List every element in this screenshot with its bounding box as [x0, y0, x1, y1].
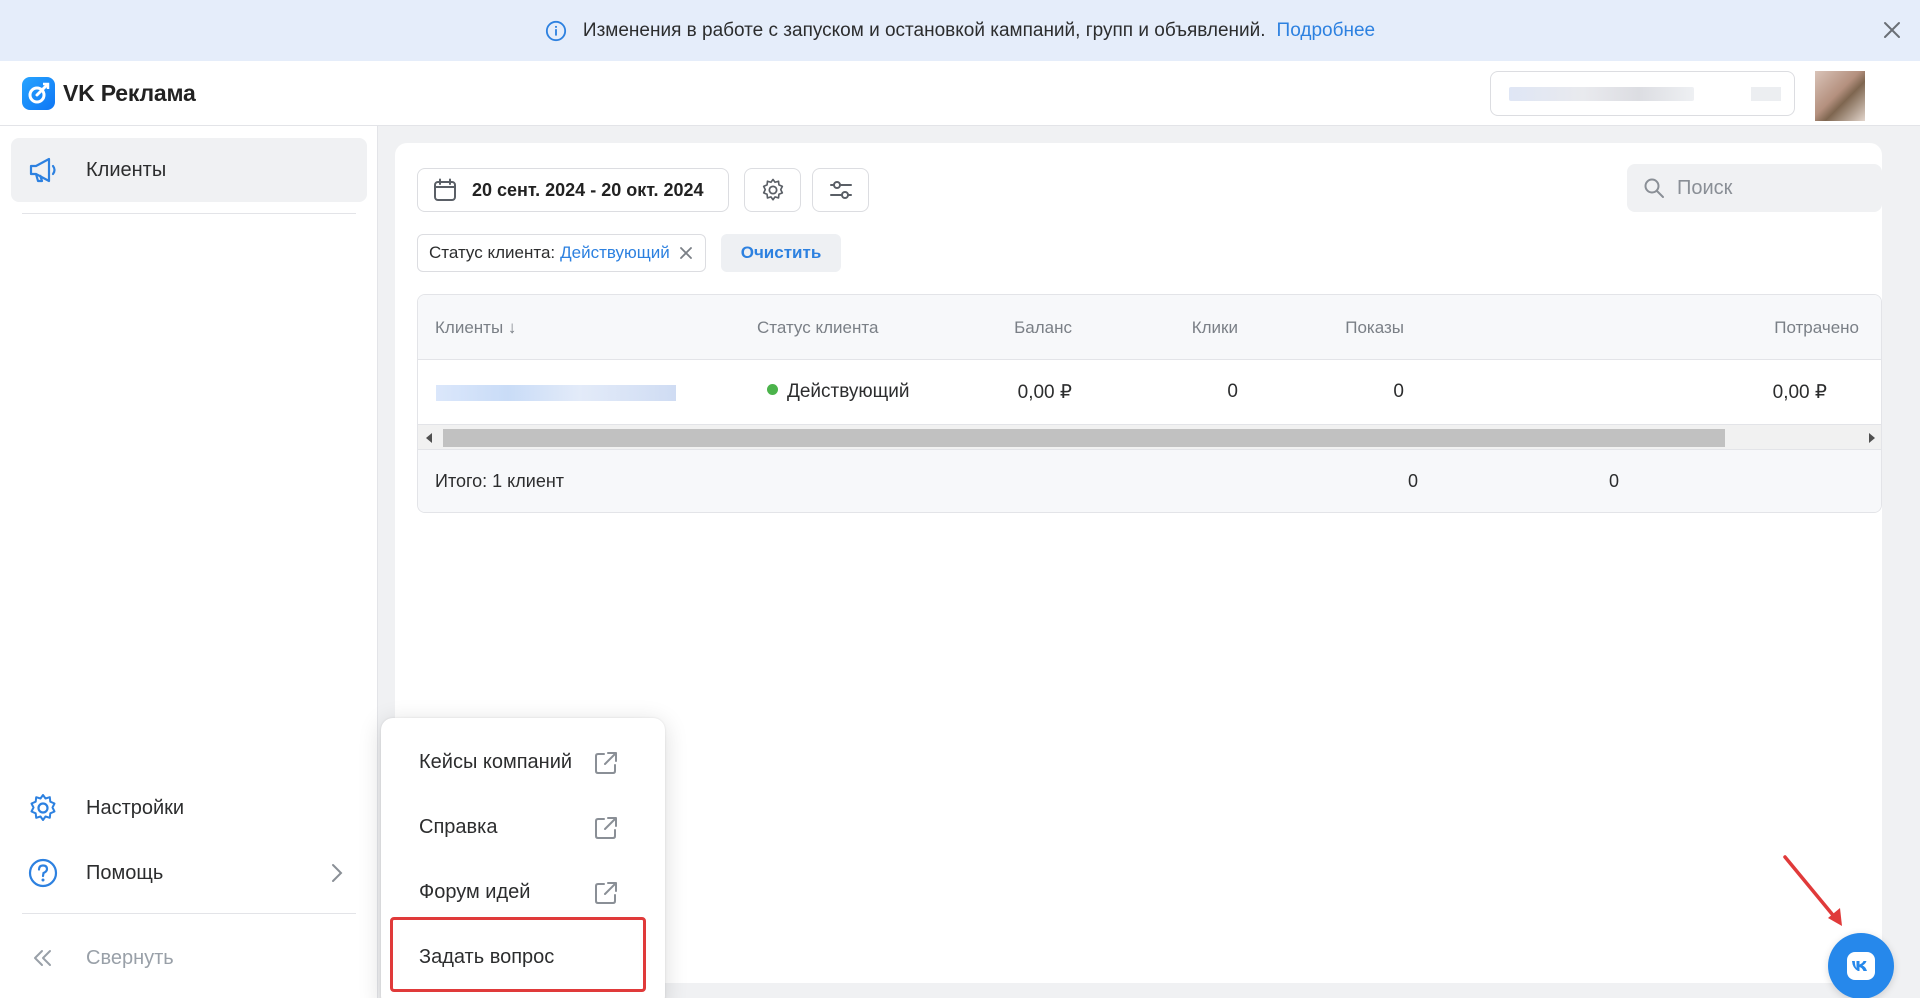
menu-item-help[interactable]: Справка — [381, 795, 665, 860]
collapse-label: Свернуть — [86, 946, 174, 969]
menu-item-label: Справка — [419, 816, 498, 838]
info-banner: Изменения в работе с запуском и остановк… — [0, 0, 1920, 61]
close-icon[interactable] — [1882, 20, 1902, 40]
divider — [22, 213, 356, 214]
table-footer: Итого: 1 клиент 0 0 — [418, 450, 1881, 512]
client-clicks: 0 — [1227, 381, 1238, 402]
client-spent: 0,00 ₽ — [1772, 382, 1827, 403]
divider — [22, 913, 356, 914]
menu-item-label: Форум идей — [419, 881, 531, 903]
column-header-balance[interactable]: Баланс — [1014, 318, 1072, 338]
column-header-clients[interactable]: Клиенты ↓ — [435, 318, 516, 338]
top-header: VK Реклама — [0, 61, 1920, 126]
external-link-icon — [595, 752, 617, 774]
sidebar-item-settings[interactable]: Настройки — [11, 776, 367, 840]
annotation-highlight-box — [390, 917, 646, 992]
megaphone-icon — [29, 157, 56, 183]
account-selector[interactable] — [1490, 71, 1795, 116]
client-status: Действующий — [767, 381, 910, 403]
filters-button[interactable] — [812, 168, 869, 212]
date-range-text: 20 сент. 2024 - 20 окт. 2024 — [472, 179, 704, 200]
close-icon[interactable] — [678, 245, 694, 261]
info-icon — [545, 20, 566, 41]
search-input[interactable]: Поиск — [1627, 164, 1882, 212]
menu-item-label: Кейсы компаний — [419, 751, 573, 773]
status-dot — [767, 384, 778, 395]
column-header-clicks[interactable]: Клики — [1192, 318, 1238, 338]
date-range-picker[interactable]: 20 сент. 2024 - 20 окт. 2024 — [417, 168, 729, 212]
clients-table: Клиенты ↓ Статус клиента Баланс Клики По… — [417, 294, 1882, 513]
scroll-left-arrow-icon[interactable] — [426, 433, 432, 443]
filter-chip-status[interactable]: Статус клиента: Действующий — [417, 234, 706, 272]
search-icon — [1644, 178, 1664, 198]
client-balance: 0,00 ₽ — [1017, 382, 1072, 403]
scroll-right-arrow-icon[interactable] — [1869, 433, 1875, 443]
external-link-icon — [595, 882, 617, 904]
filter-key: Статус клиента: — [429, 243, 556, 262]
vk-logo-icon — [1847, 952, 1875, 980]
account-name-blurred — [1509, 87, 1694, 101]
column-header-spent[interactable]: Потрачено — [1774, 318, 1859, 338]
sidebar-item-label: Клиенты — [86, 158, 167, 181]
horizontal-scrollbar[interactable] — [418, 424, 1881, 450]
total-clicks: 0 — [1407, 471, 1418, 491]
table-row[interactable]: Действующий 0,00 ₽ 0 0 0,00 ₽ — [418, 360, 1881, 424]
vk-chat-button[interactable] — [1828, 933, 1894, 998]
client-impressions: 0 — [1393, 381, 1404, 402]
sidebar-item-clients[interactable]: Клиенты — [11, 138, 367, 202]
gear-icon — [762, 178, 783, 201]
avatar[interactable] — [1815, 71, 1865, 121]
sliders-icon — [829, 181, 852, 199]
total-impressions: 0 — [1608, 471, 1619, 491]
sidebar: Клиенты Настройки Помощь Свернуть — [0, 126, 378, 998]
client-name-blurred[interactable] — [436, 385, 676, 401]
vk-ads-logo-icon — [22, 77, 55, 110]
filter-value: Действующий — [560, 243, 670, 262]
banner-text: Изменения в работе с запуском и остановк… — [582, 19, 1266, 41]
total-label: Итого: 1 клиент — [435, 471, 565, 491]
search-placeholder: Поиск — [1677, 176, 1733, 199]
calendar-icon — [434, 178, 456, 201]
settings-button[interactable] — [744, 168, 801, 212]
collapse-sidebar-button[interactable]: Свернуть — [11, 926, 367, 990]
logo[interactable]: VK Реклама — [22, 77, 196, 110]
clear-filters-button[interactable]: Очистить — [721, 234, 841, 272]
column-header-status[interactable]: Статус клиента — [757, 318, 878, 338]
column-header-impressions[interactable]: Показы — [1345, 318, 1404, 338]
banner-link[interactable]: Подробнее — [1277, 20, 1376, 42]
client-status-text: Действующий — [787, 381, 910, 402]
chevron-right-icon — [332, 864, 343, 882]
sidebar-item-help[interactable]: Помощь — [11, 841, 367, 905]
question-icon — [28, 858, 58, 888]
external-link-icon — [595, 817, 617, 839]
menu-item-ideas-forum[interactable]: Форум идей — [381, 860, 665, 925]
menu-item-cases[interactable]: Кейсы компаний — [381, 730, 665, 795]
sidebar-item-label: Настройки — [86, 796, 185, 819]
account-extra-blurred — [1751, 87, 1781, 101]
scrollbar-thumb[interactable] — [443, 429, 1725, 447]
logo-text: VK Реклама — [63, 80, 196, 106]
annotation-arrow-icon — [1783, 855, 1842, 926]
sidebar-item-label: Помощь — [86, 861, 164, 884]
table-header: Клиенты ↓ Статус клиента Баланс Клики По… — [418, 295, 1881, 360]
gear-icon — [30, 794, 56, 821]
double-chevron-left-icon — [34, 950, 51, 966]
